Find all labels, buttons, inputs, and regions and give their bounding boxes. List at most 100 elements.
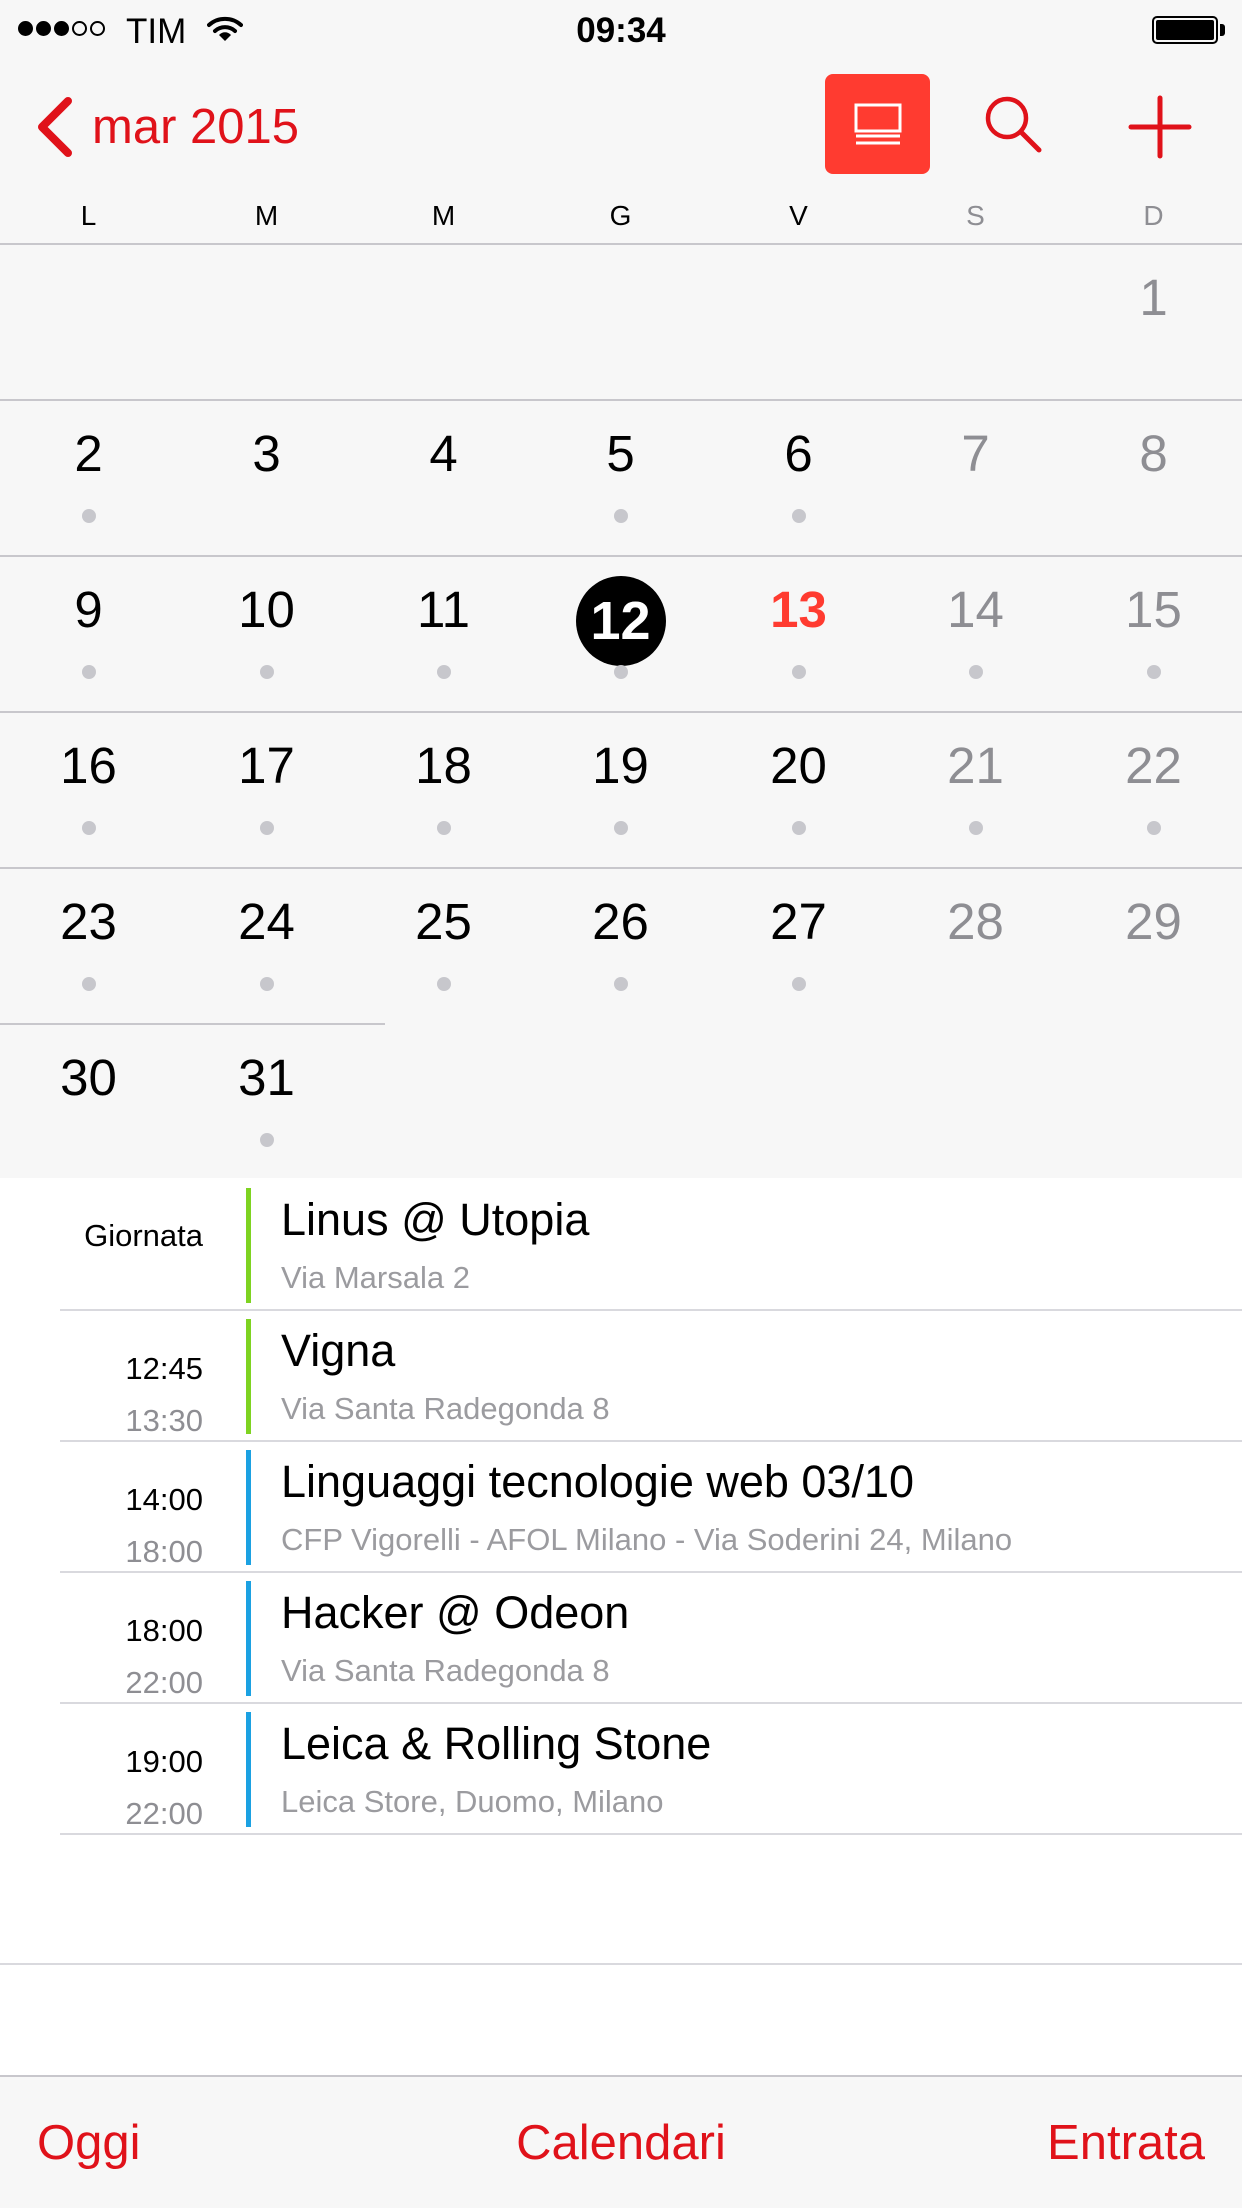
day-cell[interactable]: 19 [536, 713, 705, 869]
weekday-label: M [254, 200, 279, 231]
day-number: 30 [60, 1049, 117, 1106]
event-end-time: 22:00 [125, 1796, 203, 1831]
event-indicator-dot [792, 821, 806, 835]
day-number: 20 [770, 737, 827, 794]
event-calendar-color-bar [246, 1581, 251, 1696]
day-cell[interactable]: 26 [536, 869, 705, 1025]
day-cell-today[interactable]: 13 [714, 557, 883, 713]
day-cell[interactable]: 30 [4, 1025, 173, 1181]
event-start-time: 18:00 [125, 1613, 203, 1648]
event-title: Vigna [281, 1325, 396, 1376]
event-row[interactable]: 12:45 13:30 Vigna Via Santa Radegonda 8 [60, 1311, 1242, 1442]
event-indicator-dot [614, 821, 628, 835]
day-number: 13 [770, 581, 827, 638]
day-cell[interactable]: 6 [714, 401, 883, 557]
day-cell[interactable]: 25 [359, 869, 528, 1025]
event-title: Linus @ Utopia [281, 1194, 590, 1245]
battery-tip [1220, 24, 1225, 36]
status-time: 09:34 [576, 11, 666, 50]
day-number: 29 [1125, 893, 1182, 950]
day-cell[interactable]: 4 [359, 401, 528, 557]
day-number: 10 [238, 581, 295, 638]
day-cell[interactable]: 21 [891, 713, 1060, 869]
list-view-toggle-button[interactable] [825, 74, 930, 174]
day-cell[interactable]: 2 [4, 401, 173, 557]
day-cell[interactable]: 5 [536, 401, 705, 557]
event-title: Hacker @ Odeon [281, 1587, 630, 1638]
day-cell[interactable]: 15 [1069, 557, 1238, 713]
day-number: 24 [238, 893, 295, 950]
day-number: 4 [429, 425, 458, 482]
day-number: 11 [417, 581, 470, 638]
event-indicator-dot [82, 821, 96, 835]
day-number: 2 [74, 425, 103, 482]
event-indicator-dot [792, 509, 806, 523]
day-cell[interactable]: 16 [4, 713, 173, 869]
day-cell[interactable]: 3 [182, 401, 351, 557]
event-indicator-dot [614, 509, 628, 523]
event-indicator-dot [1147, 665, 1161, 679]
event-end-time: 22:00 [125, 1665, 203, 1700]
battery-icon [1152, 16, 1218, 44]
event-calendar-color-bar [246, 1319, 251, 1434]
chevron-left-icon [38, 97, 72, 157]
weekday-label: L [80, 200, 97, 231]
day-cell[interactable]: 29 [1069, 869, 1238, 1025]
day-cell[interactable]: 24 [182, 869, 351, 1025]
inbox-button[interactable]: Entrata [1047, 2115, 1205, 2171]
day-cell[interactable]: 1 [1069, 245, 1238, 401]
weekday-label: D [1143, 200, 1164, 231]
day-cell[interactable]: 23 [4, 869, 173, 1025]
tab-bar: Oggi Calendari Entrata [0, 2075, 1242, 2208]
day-cell[interactable]: 11 [359, 557, 528, 713]
day-number: 22 [1125, 737, 1182, 794]
status-bar: TIM 09:34 [0, 0, 1242, 60]
event-title: Leica & Rolling Stone [281, 1718, 712, 1769]
plus-icon [1128, 95, 1192, 159]
event-row[interactable]: 18:00 22:00 Hacker @ Odeon Via Santa Radego… [60, 1573, 1242, 1704]
day-cell[interactable]: 27 [714, 869, 883, 1025]
event-indicator-dot [260, 821, 274, 835]
day-cell[interactable]: 14 [891, 557, 1060, 713]
weekday-label: G [609, 200, 632, 231]
day-number: 9 [74, 581, 103, 638]
day-number: 19 [592, 737, 649, 794]
event-indicator-dot [792, 665, 806, 679]
day-number: 31 [238, 1049, 295, 1106]
event-row[interactable]: 19:00 22:00 Leica & Rolling Stone Leica Sto… [60, 1704, 1242, 1835]
event-location: Via Santa Radegonda 8 [281, 1391, 610, 1426]
event-title: Linguaggi tecnologie web 03/10 [281, 1456, 915, 1507]
add-event-button[interactable] [1125, 92, 1195, 162]
weekday-label: V [789, 200, 808, 231]
day-number: 12 [590, 591, 651, 651]
event-indicator-dot [792, 977, 806, 991]
day-cell[interactable]: 7 [891, 401, 1060, 557]
day-cell[interactable]: 22 [1069, 713, 1238, 869]
event-indicator-dot [1147, 821, 1161, 835]
day-cell[interactable]: 10 [182, 557, 351, 713]
day-cell[interactable]: 17 [182, 713, 351, 869]
event-row[interactable]: Giornata Linus @ Utopia Via Marsala 2 [60, 1180, 1242, 1311]
day-cell[interactable]: 8 [1069, 401, 1238, 557]
day-cell[interactable]: 9 [4, 557, 173, 713]
event-indicator-dot [969, 821, 983, 835]
day-cell[interactable]: 20 [714, 713, 883, 869]
event-start-time: 19:00 [125, 1744, 203, 1779]
day-cell[interactable]: 18 [359, 713, 528, 869]
day-number: 14 [947, 581, 1004, 638]
day-cell-selected[interactable]: 12 [536, 557, 705, 713]
event-indicator-dot [82, 977, 96, 991]
day-cell[interactable]: 28 [891, 869, 1060, 1025]
search-button[interactable] [980, 92, 1050, 162]
event-row-divider [60, 1833, 1242, 1835]
event-indicator-dot [82, 509, 96, 523]
event-indicator-dot [82, 665, 96, 679]
weekday-label: S [966, 200, 985, 231]
day-cell[interactable]: 31 [182, 1025, 351, 1181]
back-to-year-button[interactable]: mar 2015 [34, 92, 299, 162]
event-row[interactable]: 14:00 18:00 Linguaggi tecnologie web 03/10… [60, 1442, 1242, 1573]
day-number: 8 [1139, 425, 1168, 482]
day-number: 3 [252, 425, 281, 482]
day-number: 5 [606, 425, 635, 482]
day-number: 16 [60, 737, 117, 794]
